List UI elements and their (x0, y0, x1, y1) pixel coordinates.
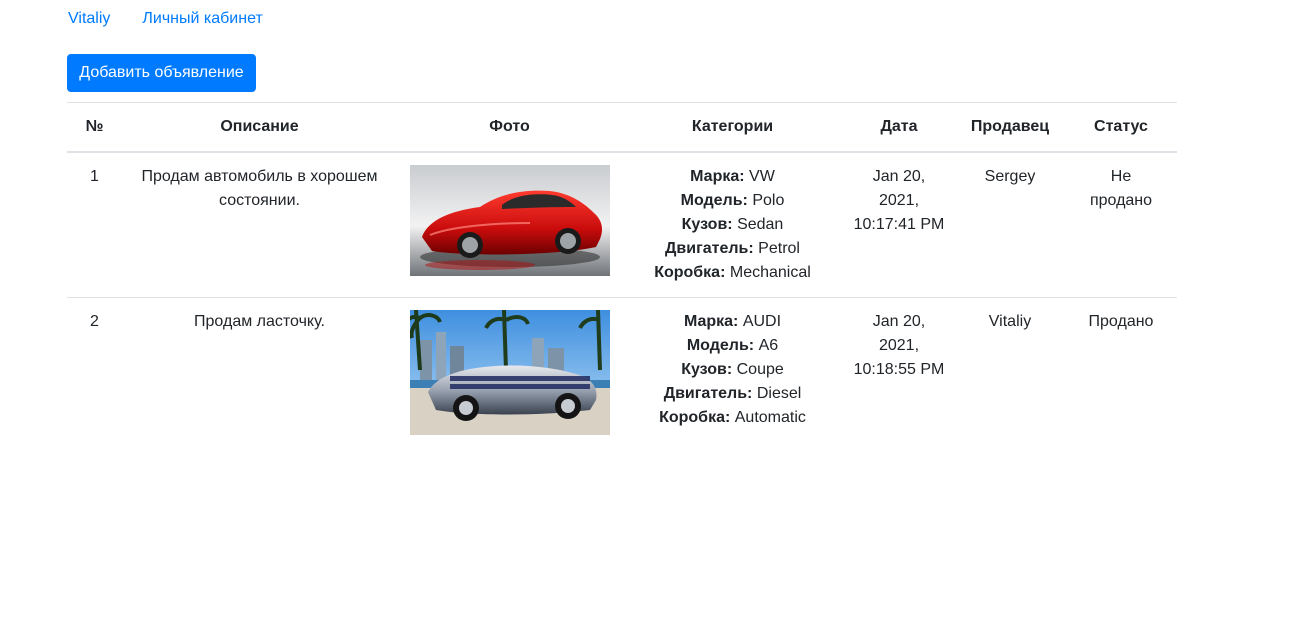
blue-convertible-car-photo[interactable] (409, 310, 610, 435)
category-line: Кузов: Sedan (681, 216, 784, 233)
category-line: Модель: Polo (680, 192, 785, 209)
category-line: Кузов: Coupe (681, 361, 784, 378)
row-status: Продано (1065, 297, 1177, 447)
category-line: Марка: AUDI (683, 313, 782, 330)
header-categories: Категории (622, 102, 843, 153)
row-photo-cell (397, 152, 622, 298)
row-seller: Vitaliy (955, 297, 1065, 447)
category-line: Двигатель: Diesel (663, 385, 802, 402)
header-num: № (67, 102, 122, 153)
row-seller: Sergey (984, 168, 1036, 185)
row-status: Не продано (1089, 168, 1153, 209)
table-row: 1 Продам автомобиль в хорошем состоянии. (67, 152, 1177, 298)
category-line: Модель: A6 (686, 337, 779, 354)
listings-table: № Описание Фото Категории Дата Продавец … (67, 102, 1177, 447)
row-photo-cell (397, 297, 622, 447)
header-seller: Продавец (955, 102, 1065, 153)
row-num: 2 (67, 297, 122, 447)
header-status: Статус (1065, 102, 1177, 153)
row-num: 1 (90, 168, 99, 185)
category-line: Коробка: Mechanical (654, 264, 811, 281)
row-date: Jan 20, 2021, 10:18:55 PM (843, 297, 955, 447)
header-photo: Фото (397, 102, 622, 153)
nav-link-cabinet[interactable]: Личный кабинет (142, 10, 262, 28)
row-date: Jan 20, 2021, 10:17:41 PM (853, 168, 945, 233)
table-header-row: № Описание Фото Категории Дата Продавец … (67, 102, 1177, 153)
row-description: Продам автомобиль в хорошем состоянии. (141, 168, 378, 209)
row-categories: Марка: VW Модель: Polo Кузов: Sedan Двиг… (622, 152, 843, 298)
add-listing-button[interactable]: Добавить объявление (67, 54, 256, 92)
top-nav: Vitaliy Личный кабинет (68, 8, 295, 30)
header-description: Описание (122, 102, 397, 153)
row-categories: Марка: AUDI Модель: A6 Кузов: Coupe Двиг… (622, 297, 843, 447)
category-line: Двигатель: Petrol (665, 240, 800, 257)
header-date: Дата (843, 102, 955, 153)
red-sports-car-photo[interactable] (409, 165, 610, 276)
table-row: 2 Продам ласточку. Марка: AUDI Модель: A… (67, 297, 1177, 447)
nav-link-user[interactable]: Vitaliy (68, 10, 110, 28)
category-line: Коробка: Automatic (659, 409, 806, 426)
category-line: Марка: VW (690, 168, 775, 185)
row-description: Продам ласточку. (122, 297, 397, 447)
